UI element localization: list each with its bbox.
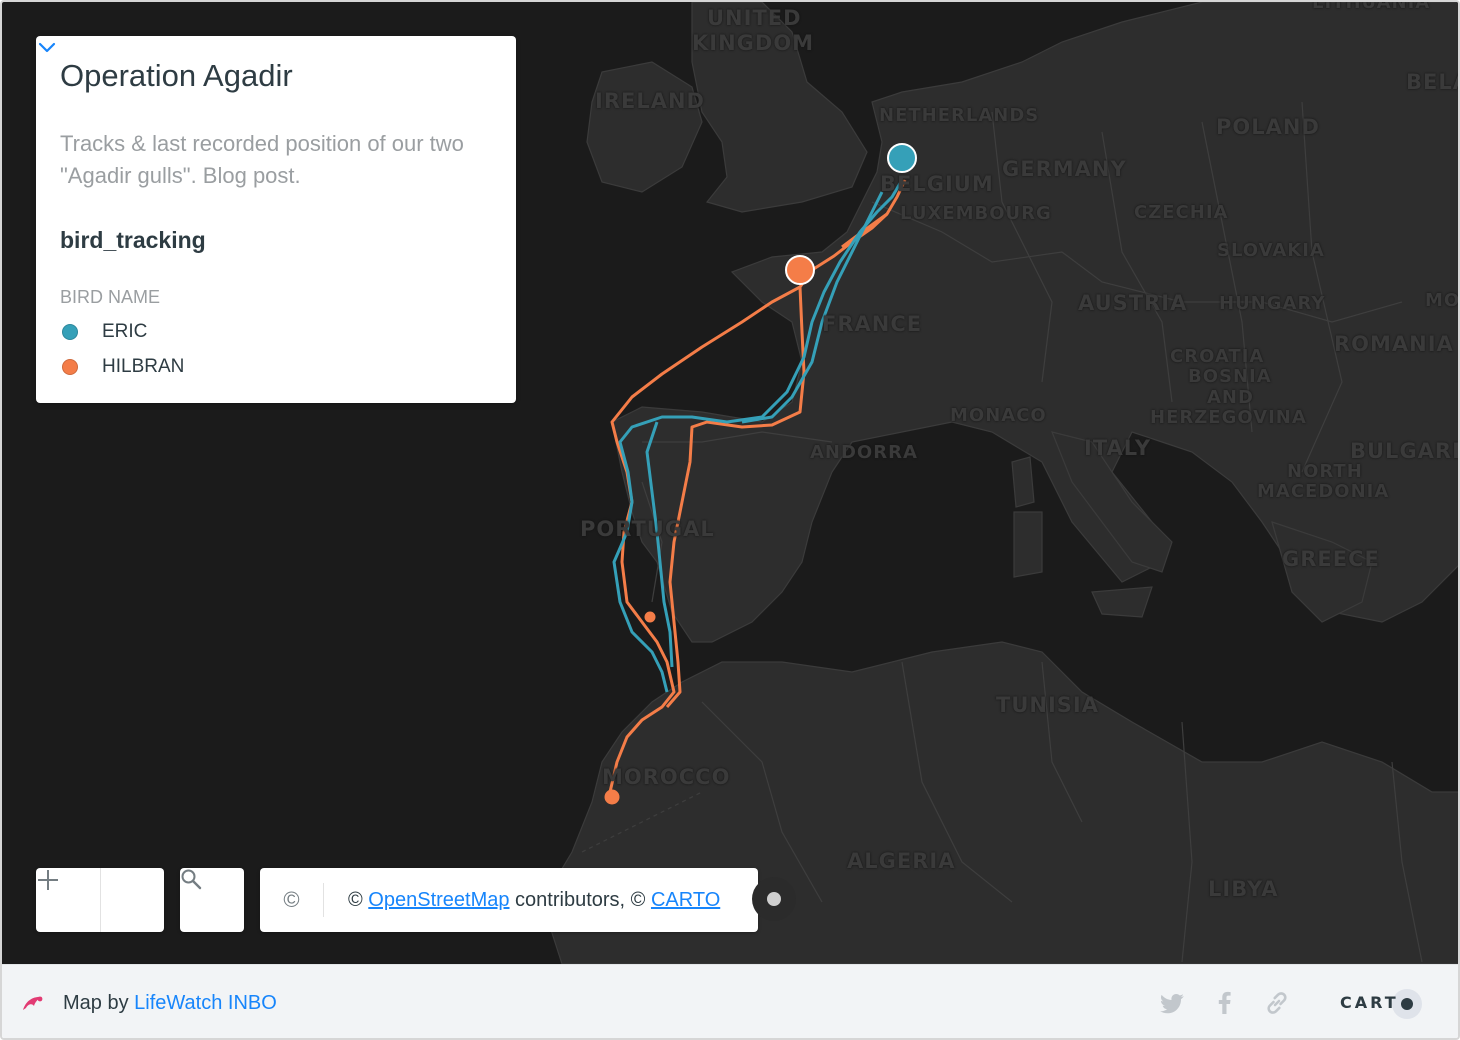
map-label: MOROCCO bbox=[602, 765, 731, 789]
map-label: KINGDOM bbox=[692, 31, 815, 55]
legend-swatch-hilbran bbox=[62, 359, 78, 375]
map-label: NETHERLANDS bbox=[879, 105, 1040, 126]
search-icon bbox=[181, 869, 202, 890]
osm-link[interactable]: OpenStreetMap bbox=[368, 889, 509, 911]
map-label: GREECE bbox=[1282, 547, 1380, 571]
chevron-down-icon[interactable] bbox=[36, 36, 58, 58]
map-label: BULGARIA bbox=[1350, 439, 1458, 463]
zoom-control bbox=[36, 868, 164, 932]
map-label: BOSNIA bbox=[1188, 366, 1272, 387]
carto-logo[interactable]: CART bbox=[1340, 989, 1426, 1019]
attribution-panel: © © OpenStreetMap contributors, © CARTO bbox=[260, 868, 758, 932]
author-link[interactable]: LifeWatch INBO bbox=[134, 992, 277, 1014]
map-label: PORTUGAL bbox=[580, 517, 715, 541]
map-label: HUNGARY bbox=[1219, 293, 1326, 314]
map-embed: UNITED KINGDOM IRELAND NETHERLANDS BELGI… bbox=[0, 0, 1460, 1040]
link-icon[interactable] bbox=[1263, 989, 1291, 1017]
map-label: GERMANY bbox=[1002, 157, 1127, 181]
carto-link[interactable]: CARTO bbox=[651, 889, 720, 911]
map-label: BELGIUM bbox=[880, 172, 994, 196]
legend-item-label: ERIC bbox=[102, 321, 148, 342]
copyright-icon[interactable]: © bbox=[260, 883, 324, 917]
map-label: POLAND bbox=[1216, 115, 1320, 139]
zoom-in-button[interactable] bbox=[38, 868, 164, 932]
legend-attribute-title: BIRD NAME bbox=[60, 287, 161, 307]
land-sicily bbox=[1091, 586, 1153, 618]
facebook-icon[interactable] bbox=[1211, 989, 1239, 1017]
map-label: LITHUANIA bbox=[1312, 2, 1431, 13]
map-label: LIBYA bbox=[1208, 877, 1279, 901]
legend-title: Operation Agadir bbox=[60, 58, 293, 93]
attribution-text: © OpenStreetMap contributors, © CARTO bbox=[324, 889, 720, 912]
map-label: ALGERIA bbox=[847, 849, 956, 873]
map-label: ANDORRA bbox=[810, 442, 918, 463]
map-label: LUXEMBOURG bbox=[900, 203, 1052, 224]
legend-description: Tracks & last recorded position of our t… bbox=[60, 131, 464, 188]
map-label: MACEDONIA bbox=[1257, 481, 1390, 502]
layer-title: bird_tracking bbox=[60, 227, 206, 253]
legend-item-label: HILBRAN bbox=[102, 356, 185, 377]
map-label: NORTH bbox=[1287, 461, 1363, 482]
author-avatar-icon bbox=[23, 996, 43, 1010]
map-label: HERZEGOVINA bbox=[1150, 407, 1307, 428]
legend-item-hilbran: HILBRAN bbox=[60, 356, 492, 378]
marker-hilbran[interactable] bbox=[785, 255, 815, 285]
map-label: TUNISIA bbox=[996, 693, 1099, 717]
marker-eric[interactable] bbox=[887, 143, 917, 173]
attribution-prefix: © bbox=[348, 888, 369, 911]
map-label: CROATIA bbox=[1170, 346, 1265, 367]
legend-item-eric: ERIC bbox=[60, 321, 492, 343]
map-label: ROMANIA bbox=[1334, 332, 1454, 356]
map-label: SLOVAKIA bbox=[1217, 240, 1325, 261]
footer-bar: Map by LifeWatch INBO CART bbox=[2, 964, 1458, 1038]
map-label: IRELAND bbox=[595, 89, 705, 113]
map-label: CZECHIA bbox=[1134, 202, 1229, 223]
map-label: AUSTRIA bbox=[1078, 291, 1188, 315]
plus-icon bbox=[38, 870, 58, 890]
twitter-icon[interactable] bbox=[1159, 989, 1187, 1017]
map-label: UNITED bbox=[707, 6, 802, 30]
map-label: MO bbox=[1425, 290, 1460, 311]
map-by-label: Map by bbox=[63, 992, 135, 1014]
land-corsica bbox=[1011, 456, 1035, 508]
legend-swatch-eric bbox=[62, 324, 78, 340]
search-button[interactable] bbox=[180, 868, 244, 932]
land-ireland bbox=[586, 61, 703, 193]
map-label: BELA bbox=[1406, 70, 1458, 94]
loading-indicator bbox=[752, 877, 796, 921]
legend-panel: Operation Agadir Tracks & last recorded … bbox=[36, 36, 516, 403]
land-sardinia bbox=[1013, 511, 1043, 578]
carto-wordmark: CART bbox=[1340, 993, 1399, 1012]
map-canvas[interactable]: UNITED KINGDOM IRELAND NETHERLANDS BELGI… bbox=[2, 2, 1460, 964]
map-label: AND bbox=[1207, 387, 1254, 408]
map-label: FRANCE bbox=[822, 312, 923, 336]
attribution-middle: contributors, © bbox=[509, 888, 651, 911]
map-credit: Map by LifeWatch INBO bbox=[63, 992, 277, 1015]
map-label: ITALY bbox=[1084, 436, 1152, 460]
map-label: MONACO bbox=[950, 405, 1047, 426]
